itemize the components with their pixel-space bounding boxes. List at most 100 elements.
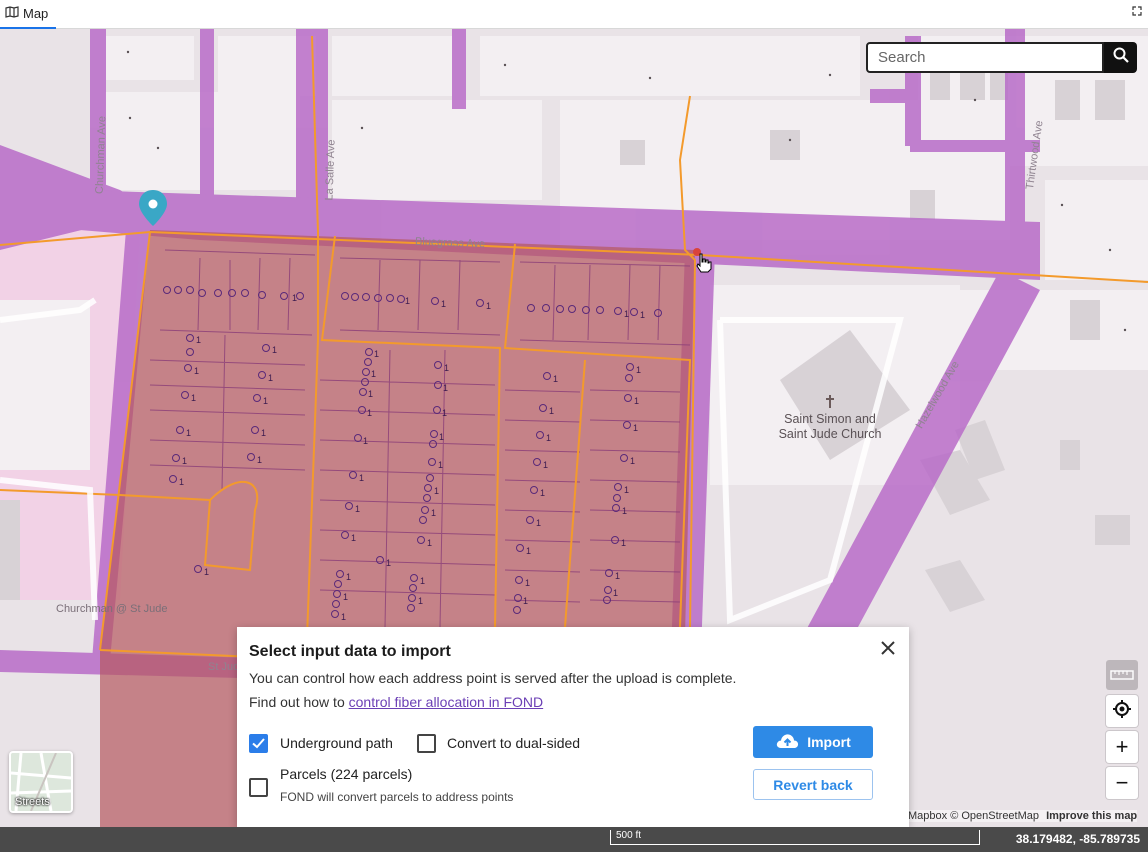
svg-text:1: 1	[194, 366, 199, 376]
location-pin-icon	[139, 190, 167, 226]
street-label-bluegrass: Bluegrass Ave	[414, 235, 486, 251]
svg-text:1: 1	[486, 301, 491, 311]
hand-cursor-icon	[696, 253, 712, 273]
cloud-upload-icon	[775, 732, 799, 753]
svg-text:1: 1	[355, 504, 360, 514]
zoom-out-button[interactable]: −	[1106, 767, 1138, 799]
underground-path-label: Underground path	[280, 735, 393, 751]
tab-map-label: Map	[23, 6, 49, 21]
svg-text:1: 1	[434, 486, 439, 496]
ruler-button[interactable]	[1106, 660, 1138, 690]
status-bar: 500 ft 38.179482, -85.789735	[0, 827, 1148, 852]
svg-text:1: 1	[621, 538, 626, 548]
svg-text:1: 1	[439, 432, 444, 442]
locate-icon	[1112, 699, 1132, 724]
svg-text:1: 1	[523, 596, 528, 606]
parcels-label: Parcels (224 parcels)	[280, 766, 413, 782]
cross-icon	[770, 395, 890, 412]
import-dialog: Select input data to import You can cont…	[237, 627, 909, 827]
svg-text:1: 1	[186, 428, 191, 438]
svg-text:1: 1	[633, 423, 638, 433]
map-icon	[5, 6, 19, 21]
svg-text:1: 1	[371, 369, 376, 379]
dual-sided-label: Convert to dual-sided	[447, 735, 581, 751]
svg-text:1: 1	[615, 571, 620, 581]
svg-text:1: 1	[268, 373, 273, 383]
svg-text:1: 1	[540, 488, 545, 498]
svg-text:1: 1	[359, 473, 364, 483]
svg-text:1: 1	[179, 477, 184, 487]
cursor-coordinates: 38.179482, -85.789735	[1015, 832, 1140, 846]
import-button[interactable]: Import	[753, 726, 873, 758]
svg-text:1: 1	[292, 293, 297, 303]
parcels-checkbox[interactable]	[249, 778, 268, 797]
search-button[interactable]	[1104, 42, 1137, 73]
svg-text:1: 1	[525, 578, 530, 588]
svg-text:1: 1	[418, 596, 423, 606]
svg-text:1: 1	[204, 567, 209, 577]
search-icon	[1113, 47, 1129, 68]
svg-text:1: 1	[420, 576, 425, 586]
svg-text:1: 1	[443, 383, 448, 393]
basemap-label: Streets	[15, 796, 50, 808]
svg-text:1: 1	[636, 365, 641, 375]
svg-text:1: 1	[346, 572, 351, 582]
fiber-allocation-link[interactable]: control fiber allocation in FOND	[349, 694, 544, 710]
svg-text:1: 1	[431, 508, 436, 518]
close-button[interactable]	[877, 637, 899, 659]
svg-text:1: 1	[363, 436, 368, 446]
svg-text:1: 1	[427, 538, 432, 548]
tab-map[interactable]: Map	[0, 0, 56, 29]
parcels-sublabel: FOND will convert parcels to address poi…	[280, 790, 514, 804]
basemap-switcher[interactable]: Streets	[9, 751, 73, 813]
street-label-churchman-st-jude: Churchman @ St Jude	[56, 603, 168, 615]
svg-text:1: 1	[543, 460, 548, 470]
svg-text:1: 1	[624, 485, 629, 495]
svg-text:1: 1	[261, 428, 266, 438]
svg-text:1: 1	[622, 506, 627, 516]
svg-text:1: 1	[343, 592, 348, 602]
find-prefix: Find out how to	[249, 694, 349, 710]
zoom-in-button[interactable]: +	[1106, 731, 1138, 763]
underground-path-checkbox[interactable]	[249, 734, 268, 753]
svg-text:1: 1	[549, 406, 554, 416]
dual-sided-checkbox[interactable]	[417, 734, 436, 753]
svg-text:1: 1	[442, 408, 447, 418]
map-attribution: Mapbox © OpenStreetMap Improve this map	[908, 810, 1138, 822]
svg-text:1: 1	[444, 363, 449, 373]
poi-church[interactable]: Saint Simon and Saint Jude Church	[770, 395, 890, 442]
scale-bar: 500 ft	[610, 830, 980, 845]
svg-text:1: 1	[405, 296, 410, 306]
maximize-icon[interactable]	[1132, 6, 1142, 16]
svg-text:1: 1	[374, 349, 379, 359]
svg-text:1: 1	[196, 335, 201, 345]
import-label: Import	[807, 734, 851, 750]
svg-text:1: 1	[553, 374, 558, 384]
svg-text:1: 1	[613, 588, 618, 598]
svg-text:1: 1	[182, 456, 187, 466]
dialog-find-out: Find out how to control fiber allocation…	[249, 694, 543, 710]
svg-text:1: 1	[351, 533, 356, 543]
svg-text:1: 1	[634, 396, 639, 406]
svg-text:1: 1	[438, 460, 443, 470]
svg-text:1: 1	[257, 455, 262, 465]
svg-text:1: 1	[191, 393, 196, 403]
dialog-title: Select input data to import	[249, 643, 451, 660]
svg-text:1: 1	[624, 309, 629, 319]
revert-back-button[interactable]: Revert back	[753, 769, 873, 800]
svg-text:1: 1	[263, 396, 268, 406]
ruler-icon	[1106, 670, 1138, 694]
tab-bar: Map	[0, 0, 1148, 29]
search-input[interactable]	[866, 42, 1104, 73]
svg-text:1: 1	[630, 456, 635, 466]
poi-name-line1: Saint Simon and	[784, 412, 876, 426]
poi-name-line2: Saint Jude Church	[778, 427, 882, 441]
improve-map-link[interactable]: Improve this map	[1046, 810, 1137, 822]
svg-text:1: 1	[536, 518, 541, 528]
svg-text:1: 1	[272, 345, 277, 355]
attribution-text: Mapbox © OpenStreetMap	[908, 810, 1040, 822]
svg-text:1: 1	[640, 310, 645, 320]
svg-text:1: 1	[368, 389, 373, 399]
svg-text:1: 1	[341, 612, 346, 622]
locate-button[interactable]	[1106, 695, 1138, 727]
